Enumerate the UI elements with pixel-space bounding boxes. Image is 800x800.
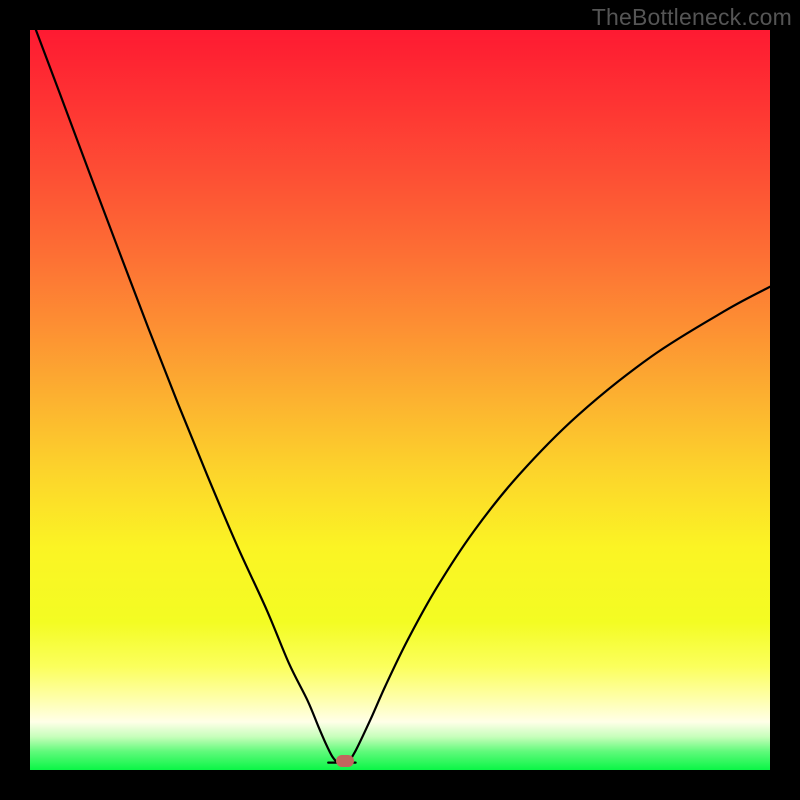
bottleneck-curve — [30, 30, 770, 770]
watermark-text: TheBottleneck.com — [592, 4, 792, 31]
optimum-marker — [336, 755, 354, 767]
plot-frame — [30, 30, 770, 770]
